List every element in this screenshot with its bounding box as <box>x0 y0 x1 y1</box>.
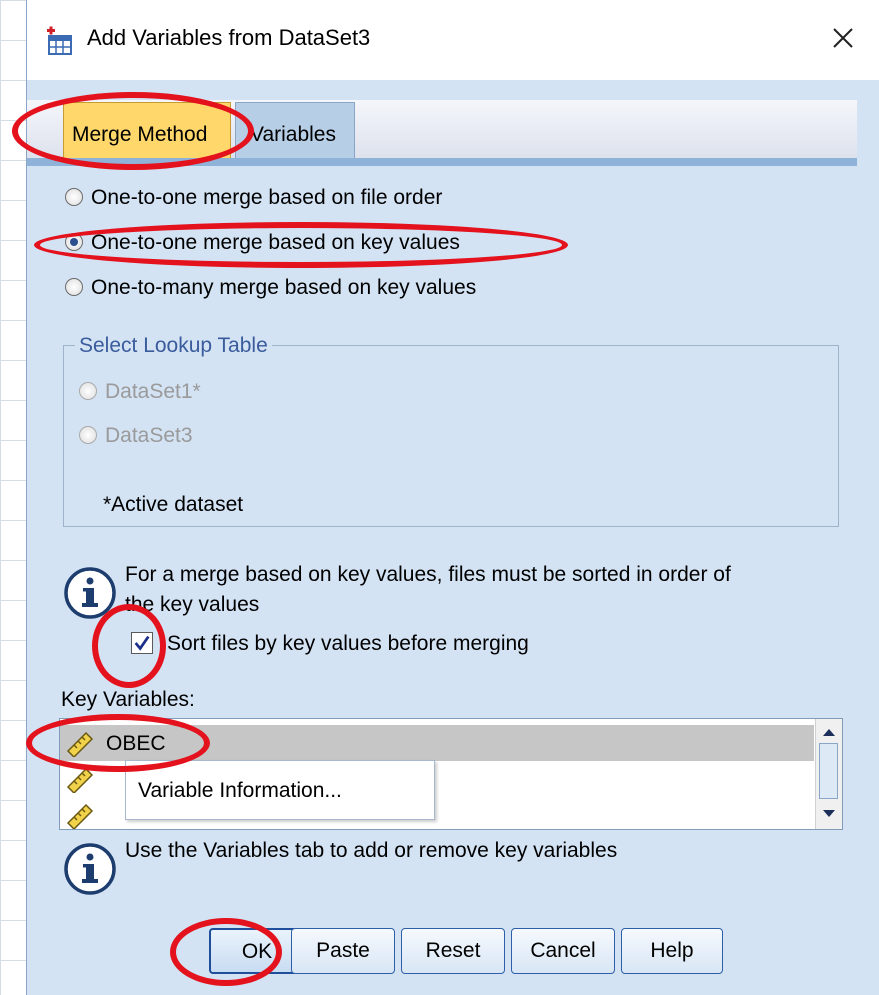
radio-dataset1[interactable]: DataSet1* <box>79 380 201 404</box>
radio-label: DataSet3 <box>105 424 193 447</box>
sort-note: For a merge based on key values, files m… <box>125 560 731 620</box>
window-title: Add Variables from DataSet3 <box>87 25 371 50</box>
info-icon <box>64 567 116 619</box>
tab-merge-method[interactable]: Merge Method <box>63 102 231 162</box>
checkmark-icon <box>134 635 150 651</box>
key-variables-label: Key Variables: <box>61 688 195 711</box>
scroll-up-icon[interactable] <box>819 723 839 741</box>
radio-file-order[interactable]: One-to-one merge based on file order <box>65 186 442 210</box>
help-button[interactable]: Help <box>621 928 723 974</box>
list-item-text: OBEC <box>106 732 166 755</box>
sort-files-checkbox[interactable] <box>131 632 153 654</box>
radio-label: One-to-one merge based on file order <box>91 186 443 209</box>
tab-underline <box>27 158 857 166</box>
active-dataset-footnote: *Active dataset <box>103 493 244 516</box>
sort-files-label[interactable]: Sort files by key values before merging <box>167 632 529 656</box>
radio-key-values[interactable]: One-to-one merge based on key values <box>65 231 460 255</box>
radio-label: One-to-many merge based on key values <box>91 276 477 299</box>
context-menu: Variable Information... <box>125 760 435 820</box>
radio-button[interactable] <box>65 278 83 296</box>
close-icon[interactable] <box>825 18 861 58</box>
info-icon <box>64 843 116 895</box>
radio-one-to-many[interactable]: One-to-many merge based on key values <box>65 276 476 300</box>
scroll-down-icon[interactable] <box>819 805 839 823</box>
radio-button-disabled[interactable] <box>79 426 97 444</box>
scale-variable-icon <box>66 731 94 757</box>
radio-label: DataSet1* <box>105 380 201 403</box>
variables-tab-note: Use the Variables tab to add or remove k… <box>125 839 618 862</box>
list-item[interactable]: OBEC <box>60 725 814 761</box>
scroll-thumb[interactable] <box>819 743 838 799</box>
scale-variable-icon <box>66 767 94 793</box>
lookup-table-legend: Select Lookup Table <box>75 334 272 358</box>
add-variables-dialog: Add Variables from DataSet3 Variables Me… <box>26 0 879 995</box>
reset-button[interactable]: Reset <box>401 928 505 974</box>
list-scrollbar[interactable] <box>815 719 842 829</box>
context-menu-variable-information[interactable]: Variable Information... <box>138 779 342 803</box>
sort-note-line2: the key values <box>125 593 260 616</box>
radio-dataset3[interactable]: DataSet3 <box>79 424 193 448</box>
paste-button[interactable]: Paste <box>291 928 395 974</box>
radio-button-selected[interactable] <box>65 233 83 251</box>
radio-button[interactable] <box>65 188 83 206</box>
radio-label: One-to-one merge based on key values <box>91 231 460 254</box>
cancel-button[interactable]: Cancel <box>511 928 615 974</box>
tab-variables[interactable]: Variables <box>235 102 355 162</box>
spss-app-icon <box>47 26 72 55</box>
scale-variable-icon <box>66 803 94 829</box>
radio-button-disabled[interactable] <box>79 382 97 400</box>
sort-note-line1: For a merge based on key values, files m… <box>125 563 731 586</box>
title-bar: Add Variables from DataSet3 <box>27 0 879 80</box>
